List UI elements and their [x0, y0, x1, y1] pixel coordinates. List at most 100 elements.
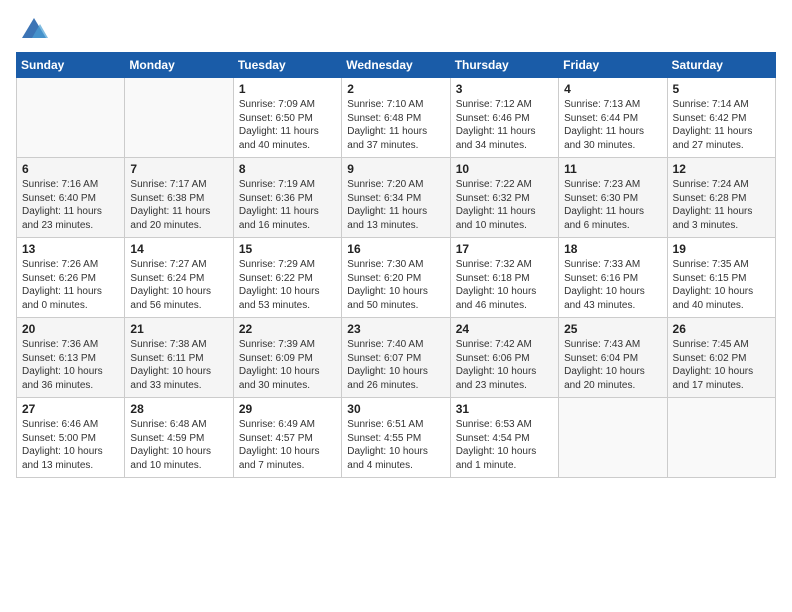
calendar-cell: 17 Sunrise: 7:32 AMSunset: 6:18 PMDayligh… — [450, 238, 558, 318]
day-number: 16 — [347, 242, 444, 256]
day-info: Sunrise: 7:13 AMSunset: 6:44 PMDaylight:… — [564, 98, 661, 152]
calendar-cell: 31Sunrise: 6:53 AMSunset: 4:54 PMDayligh… — [450, 398, 558, 478]
calendar-cell: 11 Sunrise: 7:23 AMSunset: 6:30 PMDayligh… — [559, 158, 667, 238]
day-number: 27 — [22, 402, 119, 416]
calendar-cell: 8 Sunrise: 7:19 AMSunset: 6:36 PMDaylight… — [233, 158, 341, 238]
day-info: Sunrise: 7:14 AMSunset: 6:42 PMDaylight:… — [673, 98, 770, 152]
day-number: 28 — [130, 402, 227, 416]
day-number: 15 — [239, 242, 336, 256]
day-number: 25 — [564, 322, 661, 336]
calendar-header: SundayMondayTuesdayWednesdayThursdayFrid… — [17, 53, 776, 78]
day-info: Sunrise: 7:29 AMSunset: 6:22 PMDaylight:… — [239, 258, 336, 312]
weekday-header-friday: Friday — [559, 53, 667, 78]
calendar-week-row: 20 Sunrise: 7:36 AMSunset: 6:13 PMDayligh… — [17, 318, 776, 398]
day-number: 9 — [347, 162, 444, 176]
page-container: SundayMondayTuesdayWednesdayThursdayFrid… — [0, 0, 792, 488]
page-header — [16, 16, 776, 44]
calendar-cell: 22 Sunrise: 7:39 AMSunset: 6:09 PMDayligh… — [233, 318, 341, 398]
day-number: 13 — [22, 242, 119, 256]
day-info: Sunrise: 7:43 AMSunset: 6:04 PMDaylight:… — [564, 338, 661, 392]
calendar-cell: 23 Sunrise: 7:40 AMSunset: 6:07 PMDayligh… — [342, 318, 450, 398]
calendar-cell: 28 Sunrise: 6:48 AMSunset: 4:59 PMDayligh… — [125, 398, 233, 478]
calendar-cell — [667, 398, 775, 478]
calendar-cell — [559, 398, 667, 478]
day-number: 5 — [673, 82, 770, 96]
calendar-cell: 29 Sunrise: 6:49 AMSunset: 4:57 PMDayligh… — [233, 398, 341, 478]
day-info: Sunrise: 7:26 AMSunset: 6:26 PMDaylight:… — [22, 258, 119, 312]
calendar-cell: 7Sunrise: 7:17 AMSunset: 6:38 PMDaylight… — [125, 158, 233, 238]
day-info: Sunrise: 6:49 AMSunset: 4:57 PMDaylight:… — [239, 418, 336, 472]
day-number: 8 — [239, 162, 336, 176]
day-info: Sunrise: 6:51 AMSunset: 4:55 PMDaylight:… — [347, 418, 444, 472]
day-number: 10 — [456, 162, 553, 176]
day-info: Sunrise: 7:20 AMSunset: 6:34 PMDaylight:… — [347, 178, 444, 232]
day-info: Sunrise: 7:33 AMSunset: 6:16 PMDaylight:… — [564, 258, 661, 312]
day-info: Sunrise: 7:09 AMSunset: 6:50 PMDaylight:… — [239, 98, 336, 152]
weekday-header-sunday: Sunday — [17, 53, 125, 78]
day-number: 3 — [456, 82, 553, 96]
calendar-cell: 14 Sunrise: 7:27 AMSunset: 6:24 PMDayligh… — [125, 238, 233, 318]
day-number: 31 — [456, 402, 553, 416]
day-number: 11 — [564, 162, 661, 176]
logo — [16, 16, 48, 44]
day-info: Sunrise: 7:35 AMSunset: 6:15 PMDaylight:… — [673, 258, 770, 312]
weekday-header-monday: Monday — [125, 53, 233, 78]
day-number: 18 — [564, 242, 661, 256]
day-number: 24 — [456, 322, 553, 336]
day-info: Sunrise: 7:27 AMSunset: 6:24 PMDaylight:… — [130, 258, 227, 312]
calendar-cell: 1 Sunrise: 7:09 AMSunset: 6:50 PMDaylight… — [233, 78, 341, 158]
calendar-cell — [125, 78, 233, 158]
day-number: 21 — [130, 322, 227, 336]
day-info: Sunrise: 7:12 AMSunset: 6:46 PMDaylight:… — [456, 98, 553, 152]
day-info: Sunrise: 7:32 AMSunset: 6:18 PMDaylight:… — [456, 258, 553, 312]
day-number: 29 — [239, 402, 336, 416]
calendar-cell: 20 Sunrise: 7:36 AMSunset: 6:13 PMDayligh… — [17, 318, 125, 398]
calendar-cell: 24 Sunrise: 7:42 AMSunset: 6:06 PMDayligh… — [450, 318, 558, 398]
day-info: Sunrise: 7:30 AMSunset: 6:20 PMDaylight:… — [347, 258, 444, 312]
day-number: 30 — [347, 402, 444, 416]
day-info: Sunrise: 7:42 AMSunset: 6:06 PMDaylight:… — [456, 338, 553, 392]
day-number: 7 — [130, 162, 227, 176]
day-info: Sunrise: 7:23 AMSunset: 6:30 PMDaylight:… — [564, 178, 661, 232]
calendar-cell: 12Sunrise: 7:24 AMSunset: 6:28 PMDayligh… — [667, 158, 775, 238]
weekday-header-tuesday: Tuesday — [233, 53, 341, 78]
day-number: 14 — [130, 242, 227, 256]
day-number: 26 — [673, 322, 770, 336]
day-info: Sunrise: 7:10 AMSunset: 6:48 PMDaylight:… — [347, 98, 444, 152]
calendar-cell: 4Sunrise: 7:13 AMSunset: 6:44 PMDaylight… — [559, 78, 667, 158]
calendar-cell: 18 Sunrise: 7:33 AMSunset: 6:16 PMDayligh… — [559, 238, 667, 318]
calendar-cell: 6Sunrise: 7:16 AMSunset: 6:40 PMDaylight… — [17, 158, 125, 238]
calendar-cell: 25 Sunrise: 7:43 AMSunset: 6:04 PMDayligh… — [559, 318, 667, 398]
weekday-header-thursday: Thursday — [450, 53, 558, 78]
day-number: 1 — [239, 82, 336, 96]
calendar-week-row: 13 Sunrise: 7:26 AMSunset: 6:26 PMDayligh… — [17, 238, 776, 318]
calendar-cell: 9 Sunrise: 7:20 AMSunset: 6:34 PMDaylight… — [342, 158, 450, 238]
day-number: 6 — [22, 162, 119, 176]
day-info: Sunrise: 7:19 AMSunset: 6:36 PMDaylight:… — [239, 178, 336, 232]
calendar-cell: 5 Sunrise: 7:14 AMSunset: 6:42 PMDaylight… — [667, 78, 775, 158]
day-info: Sunrise: 6:48 AMSunset: 4:59 PMDaylight:… — [130, 418, 227, 472]
calendar-cell: 13 Sunrise: 7:26 AMSunset: 6:26 PMDayligh… — [17, 238, 125, 318]
day-info: Sunrise: 6:46 AMSunset: 5:00 PMDaylight:… — [22, 418, 119, 472]
calendar-cell: 21Sunrise: 7:38 AMSunset: 6:11 PMDayligh… — [125, 318, 233, 398]
calendar-cell: 15 Sunrise: 7:29 AMSunset: 6:22 PMDayligh… — [233, 238, 341, 318]
day-number: 12 — [673, 162, 770, 176]
calendar-cell: 30 Sunrise: 6:51 AMSunset: 4:55 PMDayligh… — [342, 398, 450, 478]
day-number: 23 — [347, 322, 444, 336]
calendar-week-row: 6Sunrise: 7:16 AMSunset: 6:40 PMDaylight… — [17, 158, 776, 238]
calendar-cell: 16 Sunrise: 7:30 AMSunset: 6:20 PMDayligh… — [342, 238, 450, 318]
calendar-cell: 26 Sunrise: 7:45 AMSunset: 6:02 PMDayligh… — [667, 318, 775, 398]
day-info: Sunrise: 7:45 AMSunset: 6:02 PMDaylight:… — [673, 338, 770, 392]
weekday-header-wednesday: Wednesday — [342, 53, 450, 78]
day-info: Sunrise: 7:36 AMSunset: 6:13 PMDaylight:… — [22, 338, 119, 392]
day-number: 22 — [239, 322, 336, 336]
calendar-cell: 2Sunrise: 7:10 AMSunset: 6:48 PMDaylight… — [342, 78, 450, 158]
weekday-row: SundayMondayTuesdayWednesdayThursdayFrid… — [17, 53, 776, 78]
day-number: 17 — [456, 242, 553, 256]
calendar-week-row: 27 Sunrise: 6:46 AMSunset: 5:00 PMDayligh… — [17, 398, 776, 478]
calendar-body: 1 Sunrise: 7:09 AMSunset: 6:50 PMDaylight… — [17, 78, 776, 478]
calendar-cell: 27 Sunrise: 6:46 AMSunset: 5:00 PMDayligh… — [17, 398, 125, 478]
day-number: 20 — [22, 322, 119, 336]
day-info: Sunrise: 7:39 AMSunset: 6:09 PMDaylight:… — [239, 338, 336, 392]
day-info: Sunrise: 7:40 AMSunset: 6:07 PMDaylight:… — [347, 338, 444, 392]
